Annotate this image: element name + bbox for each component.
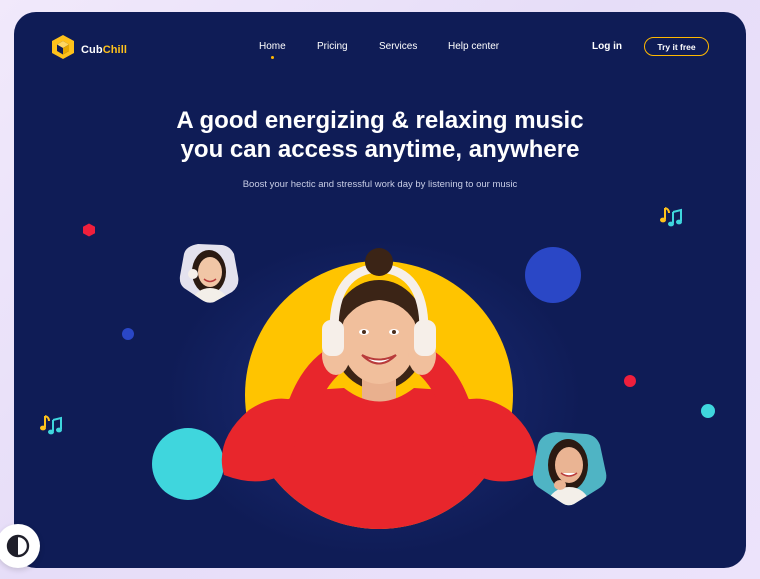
cyan-dot	[701, 404, 715, 418]
nav-item-home[interactable]: Home	[259, 41, 286, 59]
contrast-icon	[6, 534, 30, 558]
hero-woman-illustration	[221, 248, 537, 529]
nav-item-help-center[interactable]: Help center	[448, 41, 499, 52]
nav-item-pricing[interactable]: Pricing	[317, 41, 348, 52]
try-free-button[interactable]: Try it free	[644, 37, 709, 56]
hero-headline-line2: you can access anytime, anywhere	[180, 136, 580, 163]
nav-item-home-label: Home	[259, 41, 286, 52]
hero-headline: A good energizing & relaxing music you c…	[14, 106, 746, 164]
red-hexagon-decoration	[83, 223, 95, 237]
small-blue-dot	[122, 328, 134, 340]
hero-headline-line1: A good energizing & relaxing music	[176, 107, 584, 134]
red-dot	[624, 375, 636, 387]
active-indicator-dot	[270, 56, 274, 59]
nav-item-services[interactable]: Services	[379, 41, 417, 52]
hero-card: CubChill Home Pricing Services Help cent…	[14, 12, 746, 568]
nav-item-pricing-label: Pricing	[317, 41, 348, 52]
music-notes-icon	[660, 207, 682, 227]
music-notes-icon	[40, 415, 62, 435]
hero-subtitle: Boost your hectic and stressful work day…	[242, 179, 518, 190]
login-link[interactable]: Log in	[592, 41, 622, 52]
listener-avatar-2	[532, 432, 607, 506]
top-navigation: CubChill Home Pricing Services Help cent…	[14, 12, 746, 82]
nav-item-services-label: Services	[379, 41, 418, 52]
main-menu: Home Pricing Services Help center	[14, 41, 746, 61]
listener-avatar-1	[179, 244, 239, 303]
nav-item-help-center-label: Help center	[448, 41, 500, 52]
try-free-button-label: Try it free	[657, 41, 696, 52]
